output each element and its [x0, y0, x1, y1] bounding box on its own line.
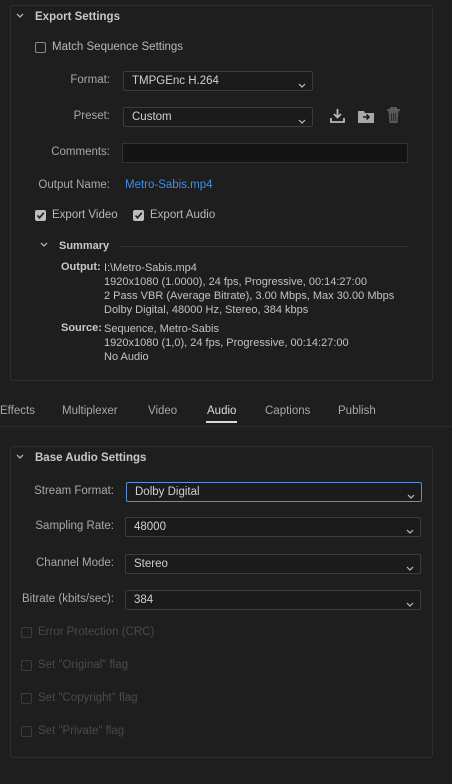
match-sequence-checkbox[interactable] — [35, 42, 46, 53]
summary-source-line: Sequence, Metro-Sabis — [104, 323, 219, 335]
summary-source-line: 1920x1080 (1,0), 24 fps, Progressive, 00… — [104, 337, 349, 349]
comments-label: Comments: — [51, 146, 110, 158]
format-value: TMPGEnc H.264 — [132, 75, 219, 87]
export-video-label: Export Video — [52, 209, 118, 221]
sampling-rate-value: 48000 — [134, 521, 166, 533]
tab-video[interactable]: Video — [148, 405, 177, 417]
chevron-down-icon — [406, 596, 414, 607]
sampling-rate-dropdown[interactable]: 48000 — [125, 517, 421, 537]
tab-audio[interactable]: Audio — [207, 405, 236, 417]
private-flag-label: Set "Private" flag — [38, 725, 125, 737]
export-settings-title: Export Settings — [35, 11, 120, 23]
original-flag-label: Set "Original" flag — [38, 659, 128, 671]
preset-dropdown[interactable]: Custom — [123, 107, 313, 127]
tab-effects[interactable]: Effects — [0, 405, 35, 417]
summary-output-line: Dolby Digital, 48000 Hz, Stereo, 384 kbp… — [104, 304, 309, 316]
stream-format-value: Dolby Digital — [135, 486, 200, 498]
summary-title: Summary — [59, 240, 110, 252]
stream-format-label: Stream Format: — [34, 485, 114, 497]
summary-divider — [120, 246, 408, 247]
format-dropdown[interactable]: TMPGEnc H.264 — [123, 71, 313, 91]
export-video-checkbox[interactable] — [35, 210, 46, 221]
channel-mode-label: Channel Mode: — [36, 557, 114, 569]
bitrate-dropdown[interactable]: 384 — [125, 590, 421, 610]
preset-label: Preset: — [73, 110, 110, 122]
copyright-flag-checkbox[interactable] — [21, 693, 32, 704]
comments-input[interactable] — [122, 143, 408, 163]
output-name-label: Output Name: — [38, 179, 110, 191]
channel-mode-value: Stereo — [134, 558, 168, 570]
stream-format-dropdown[interactable]: Dolby Digital — [126, 482, 422, 502]
chevron-down-icon — [407, 488, 415, 499]
tab-multiplexer[interactable]: Multiplexer — [62, 405, 118, 417]
base-audio-title: Base Audio Settings — [35, 452, 147, 464]
format-label: Format: — [70, 74, 110, 86]
folder-import-icon[interactable] — [357, 108, 375, 127]
collapse-base-audio-icon[interactable] — [16, 454, 24, 461]
bitrate-label: Bitrate (kbits/sec): — [21, 593, 114, 605]
match-sequence-label: Match Sequence Settings — [52, 41, 184, 53]
chevron-down-icon — [298, 77, 306, 88]
summary-output-key: Output: — [61, 261, 101, 273]
export-audio-checkbox[interactable] — [133, 210, 144, 221]
channel-mode-dropdown[interactable]: Stereo — [125, 554, 421, 574]
tab-bar-divider — [0, 426, 452, 427]
summary-source-key: Source: — [61, 322, 102, 334]
collapse-summary-icon[interactable] — [40, 242, 48, 249]
export-audio-label: Export Audio — [150, 209, 216, 221]
chevron-down-icon — [298, 113, 306, 124]
original-flag-checkbox[interactable] — [21, 660, 32, 671]
error-protection-label: Error Protection (CRC) — [38, 626, 155, 638]
bitrate-value: 384 — [134, 594, 154, 606]
chevron-down-icon — [406, 560, 414, 571]
preset-value: Custom — [132, 111, 172, 123]
private-flag-checkbox[interactable] — [21, 726, 32, 737]
active-tab-underline — [206, 421, 237, 423]
sampling-rate-label: Sampling Rate: — [35, 520, 114, 532]
summary-output-line: 2 Pass VBR (Average Bitrate), 3.00 Mbps,… — [104, 290, 395, 302]
tab-publish[interactable]: Publish — [338, 405, 376, 417]
error-protection-checkbox[interactable] — [21, 627, 32, 638]
download-icon[interactable] — [329, 108, 346, 127]
collapse-export-settings-icon[interactable] — [16, 13, 24, 20]
trash-icon[interactable] — [386, 107, 401, 127]
summary-output-line: 1920x1080 (1.0000), 24 fps, Progressive,… — [104, 276, 367, 288]
chevron-down-icon — [406, 523, 414, 534]
summary-output-line: I:\Metro-Sabis.mp4 — [104, 262, 197, 274]
tab-captions[interactable]: Captions — [265, 405, 310, 417]
output-name-link[interactable]: Metro-Sabis.mp4 — [125, 179, 213, 191]
copyright-flag-label: Set "Copyright" flag — [38, 692, 138, 704]
summary-source-line: No Audio — [104, 351, 149, 363]
